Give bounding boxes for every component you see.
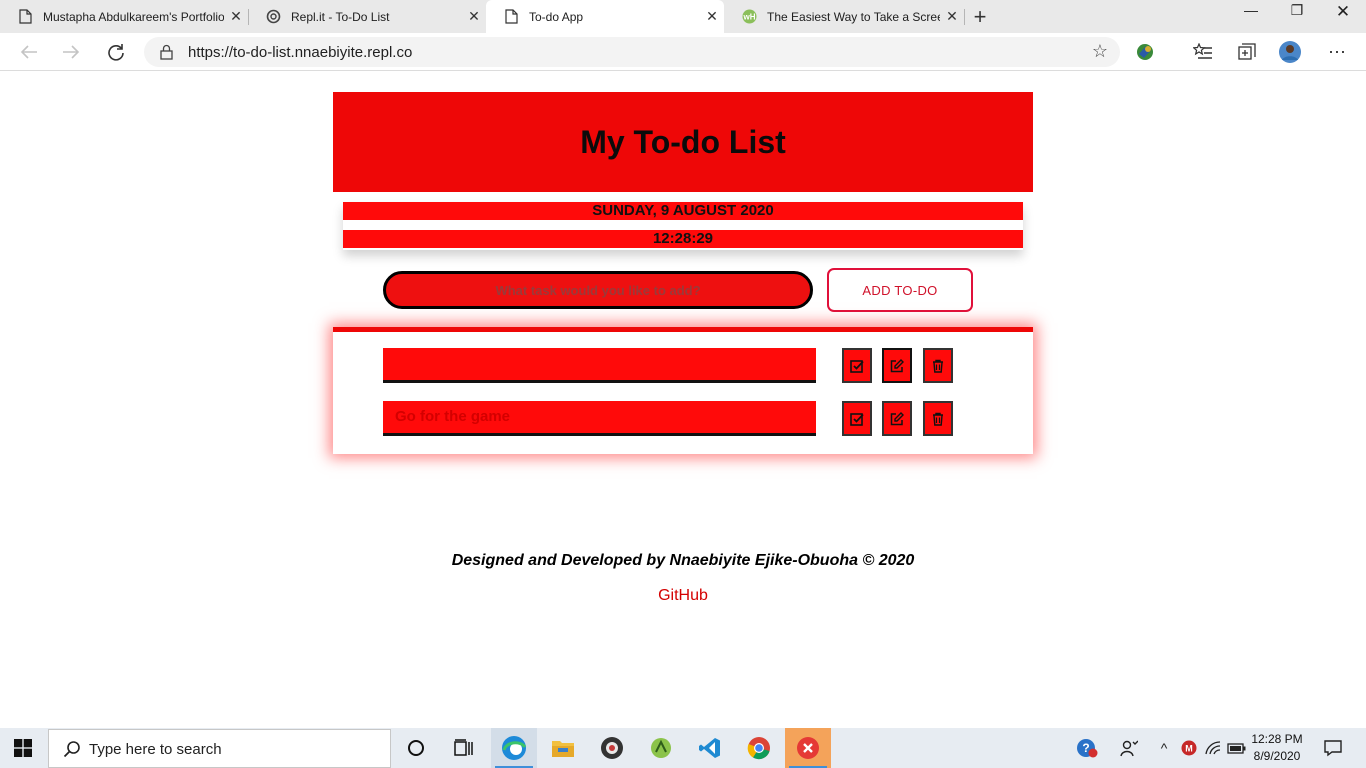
tab-portfolio[interactable]: Mustapha Abdulkareem's Portfolio ✕ — [0, 0, 248, 33]
profile-avatar[interactable] — [1279, 41, 1301, 63]
url-text: https://to-do-list.nnaebiyite.repl.co — [188, 44, 413, 61]
cortana-circle-icon — [408, 740, 424, 756]
taskbar-search-box[interactable]: Type here to search — [48, 729, 391, 768]
disc-icon — [601, 737, 623, 759]
check-square-icon — [850, 412, 864, 426]
extension-icon[interactable] — [1134, 41, 1156, 63]
replit-icon — [266, 9, 281, 24]
svg-text:wH: wH — [743, 13, 756, 22]
svg-text:M: M — [1185, 744, 1193, 754]
task-view-button[interactable] — [441, 728, 487, 768]
close-tab-icon[interactable]: ✕ — [700, 8, 724, 25]
chrome-icon — [747, 737, 770, 760]
todo-list: Go for the game — [333, 327, 1033, 454]
taskbar-vscode[interactable] — [687, 728, 733, 768]
cortana-button[interactable] — [393, 728, 439, 768]
taskbar-chrome[interactable] — [736, 728, 782, 768]
search-placeholder: Type here to search — [89, 741, 222, 758]
taskbar-active-app[interactable] — [785, 728, 831, 768]
complete-button[interactable] — [842, 401, 872, 436]
windows-taskbar: Type here to search ? ^ M 12:28 PM 8/9/2… — [0, 728, 1366, 768]
complete-button[interactable] — [842, 348, 872, 383]
refresh-button[interactable] — [103, 40, 129, 64]
tab-replit[interactable]: Repl.it - To-Do List ✕ — [248, 0, 486, 33]
windows-start-button[interactable] — [14, 739, 32, 762]
task-input[interactable] — [383, 271, 813, 309]
tab-title: Repl.it - To-Do List — [291, 9, 390, 24]
taskbar-file-explorer[interactable] — [540, 728, 586, 768]
edge-icon — [502, 736, 527, 760]
page-icon — [18, 9, 33, 24]
delete-button[interactable] — [923, 401, 953, 436]
more-menu-icon[interactable]: ⋯ — [1326, 41, 1348, 63]
tab-title: Mustapha Abdulkareem's Portfolio — [43, 9, 224, 24]
forward-button[interactable] — [58, 40, 84, 64]
vscode-icon — [699, 738, 720, 758]
task-view-icon — [454, 739, 473, 756]
taskbar-clock[interactable]: 12:28 PM 8/9/2020 — [1248, 731, 1306, 765]
todo-item-text[interactable]: Go for the game — [383, 401, 816, 436]
notifications-icon[interactable] — [1322, 738, 1344, 758]
back-arrow-icon — [20, 45, 37, 59]
address-bar[interactable]: https://to-do-list.nnaebiyite.repl.co ☆ — [144, 37, 1120, 67]
wifi-icon[interactable] — [1204, 738, 1222, 758]
restore-button[interactable]: ❐ — [1274, 2, 1320, 19]
github-link[interactable]: GitHub — [0, 587, 1366, 605]
taskbar-media-app[interactable] — [589, 728, 635, 768]
check-square-icon — [850, 359, 864, 373]
edit-icon — [890, 411, 904, 425]
taskbar-app-green[interactable] — [638, 728, 684, 768]
tab-divider — [964, 9, 965, 25]
tab-todo-app[interactable]: To-do App ✕ — [486, 0, 724, 33]
page-title: My To-do List — [580, 123, 786, 160]
people-tray-icon[interactable] — [1118, 738, 1140, 758]
page-header: My To-do List — [333, 92, 1033, 192]
time-display: 12:28:29 — [343, 230, 1023, 248]
android-studio-icon — [651, 738, 671, 758]
battery-icon[interactable] — [1226, 738, 1248, 758]
refresh-icon — [108, 44, 124, 61]
folder-icon — [552, 741, 574, 757]
forward-arrow-icon — [63, 45, 80, 59]
trash-icon — [933, 412, 943, 426]
antivirus-tray-icon[interactable]: M — [1180, 738, 1198, 758]
edit-button[interactable] — [882, 401, 912, 436]
collections-icon[interactable] — [1236, 41, 1258, 63]
new-tab-button[interactable]: + — [968, 4, 992, 30]
close-circle-icon — [797, 737, 819, 759]
minimize-button[interactable]: ― — [1228, 2, 1274, 18]
trash-icon — [933, 359, 943, 373]
tab-title: To-do App — [529, 9, 584, 24]
browser-toolbar: https://to-do-list.nnaebiyite.repl.co ☆ … — [0, 33, 1366, 71]
windows-logo-icon — [14, 739, 32, 757]
todo-item-text[interactable] — [383, 348, 816, 383]
edit-button[interactable] — [882, 348, 912, 383]
page-icon — [504, 9, 519, 24]
edit-icon — [890, 358, 904, 372]
footer-credit: Designed and Developed by Nnaebiyite Eji… — [451, 552, 915, 569]
tab-title: The Easiest Way to Take a Screenshot — [767, 9, 940, 24]
close-window-button[interactable]: ✕ — [1320, 2, 1366, 22]
close-tab-icon[interactable]: ✕ — [940, 8, 964, 25]
taskbar-edge[interactable] — [491, 728, 537, 768]
lock-icon — [160, 44, 173, 65]
wikihow-icon: wH — [742, 9, 757, 24]
favorites-icon[interactable] — [1192, 41, 1214, 63]
search-icon — [63, 740, 81, 763]
date-display: SUNDAY, 9 AUGUST 2020 — [343, 202, 1023, 220]
back-button[interactable] — [16, 40, 42, 64]
chevron-up-icon[interactable]: ^ — [1155, 738, 1173, 758]
clock-date: 8/9/2020 — [1253, 749, 1301, 763]
browser-tab-strip: Mustapha Abdulkareem's Portfolio ✕ Repl.… — [0, 0, 1366, 33]
delete-button[interactable] — [923, 348, 953, 383]
favorite-star-icon[interactable]: ☆ — [1092, 41, 1108, 62]
close-tab-icon[interactable]: ✕ — [462, 8, 486, 25]
close-tab-icon[interactable]: ✕ — [224, 8, 248, 25]
help-tray-icon[interactable]: ? — [1075, 738, 1099, 758]
add-todo-button[interactable]: ADD TO-DO — [827, 268, 973, 312]
clock-time: 12:28 PM — [1251, 732, 1303, 746]
tab-wikihow[interactable]: wH The Easiest Way to Take a Screenshot … — [724, 0, 964, 33]
